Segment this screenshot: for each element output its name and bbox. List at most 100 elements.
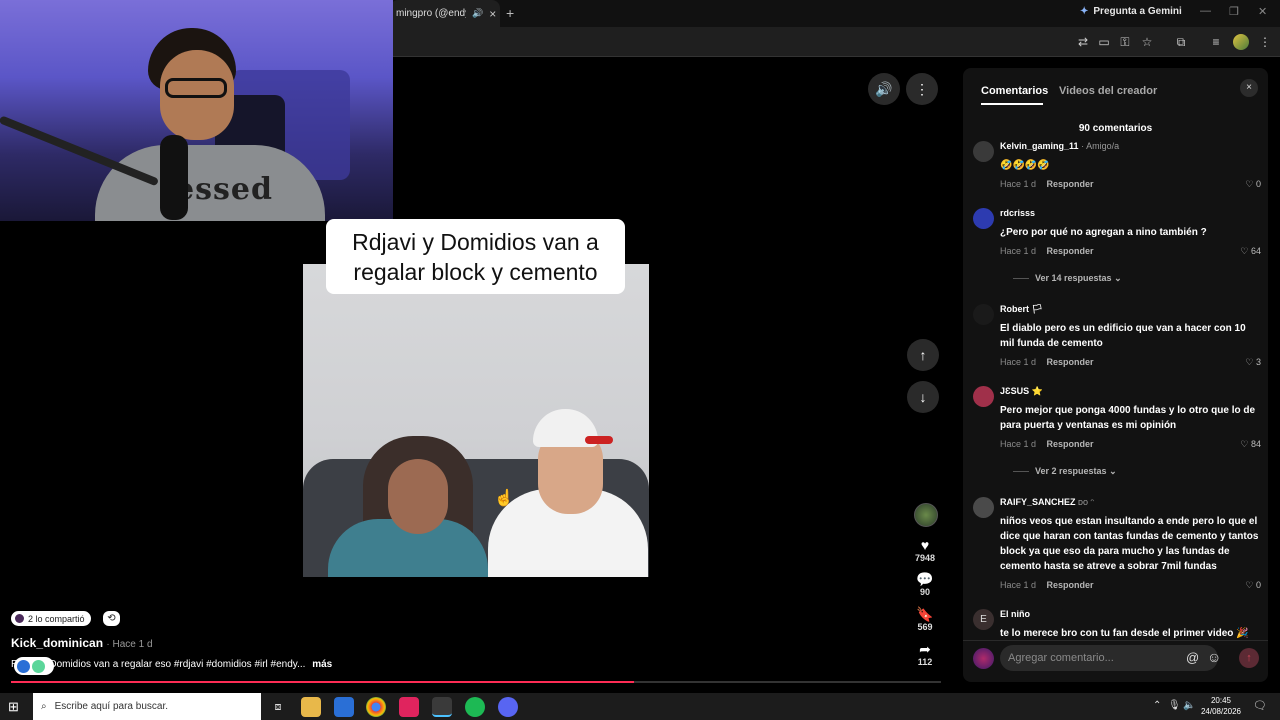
spotify-icon[interactable] [465, 697, 485, 717]
commenter-avatar[interactable]: E [973, 609, 994, 630]
active-tab-indicator [981, 103, 1043, 105]
comment-like[interactable]: ♡ 0 [1245, 179, 1261, 190]
video-player[interactable] [303, 264, 649, 577]
comment-text: niños veos que estan insultando a ende p… [1000, 516, 1259, 572]
previous-video-icon[interactable]: ↑ [907, 339, 939, 371]
more-link[interactable]: más [312, 659, 332, 670]
comment-meta: Hace 1 d Responder [1000, 580, 1094, 590]
browser-menu-icon[interactable]: ⋮ [1258, 35, 1272, 49]
video-progress-bar[interactable] [11, 681, 941, 683]
view-replies-label: Ver 14 respuestas [1035, 273, 1112, 283]
tab-creator-videos[interactable]: Videos del creador [1059, 85, 1157, 97]
comment-like-count: 64 [1250, 246, 1261, 256]
commenter-avatar[interactable] [973, 208, 994, 229]
commenter-name[interactable]: Robert 🏳 [1000, 304, 1043, 315]
gemini-button[interactable]: ✦ Pregunta a Gemini [1080, 6, 1182, 17]
file-explorer-icon[interactable] [301, 697, 321, 717]
like-button[interactable]: ♥ 7948 [905, 537, 945, 563]
browser-tab[interactable]: mingpro (@endyga 🔊 × [390, 0, 500, 27]
description-text: Rdjavi y Domidios van a regalar eso #rdj… [11, 659, 306, 670]
view-replies-button[interactable]: Ver 2 respuestas ⌄ [1013, 466, 1117, 477]
commenter-avatar[interactable] [973, 497, 994, 518]
password-key-icon[interactable]: ⚿ [1118, 35, 1132, 49]
video-author[interactable]: Kick_dominican · Hace 1 d [11, 636, 153, 650]
close-window-icon[interactable]: ✕ [1258, 5, 1267, 18]
comment-button[interactable]: 💬 90 [905, 571, 945, 597]
commenter-username: Kelvin_gaming_11 [1000, 141, 1079, 151]
minimize-icon[interactable]: — [1200, 5, 1211, 17]
divider [963, 640, 1268, 641]
share-button[interactable]: ➦ 112 [905, 641, 945, 667]
extensions-icon[interactable]: ⧉ [1174, 35, 1188, 49]
tab-comments[interactable]: Comentarios [981, 85, 1048, 97]
comment-like[interactable]: ♡ 3 [1245, 357, 1261, 368]
reply-button[interactable]: Responder [1047, 439, 1094, 449]
store-icon[interactable] [334, 697, 354, 717]
reply-button[interactable]: Responder [1047, 179, 1094, 189]
emoji-icon[interactable]: ☺ [1207, 649, 1221, 665]
share-count: 112 [917, 657, 933, 667]
commenter-name[interactable]: El niño [1000, 609, 1030, 619]
tray-chevron-icon[interactable]: ⌃ [1153, 700, 1161, 711]
app-icon[interactable] [399, 697, 419, 717]
woman-face [388, 459, 448, 534]
taskbar: ⊞ ⌕ Escribe aquí para buscar. ⧈ ⌃ 🎙 🔈 20… [0, 693, 1280, 720]
commenter-name[interactable]: Kelvin_gaming_11 · Amigo/a [1000, 141, 1119, 151]
comment-item: RAIFY_SANCHEZ ᴅᴏ ᵔ niños veos que estan … [973, 497, 1263, 593]
task-view-icon[interactable]: ⧈ [268, 697, 288, 717]
next-video-icon[interactable]: ↓ [907, 381, 939, 413]
commenter-name[interactable]: rdcrisss [1000, 208, 1035, 218]
commenter-avatar[interactable] [973, 304, 994, 325]
comment-item: E El niño te lo merece bro con tu fan de… [973, 609, 1263, 639]
reply-button[interactable]: Responder [1047, 246, 1094, 256]
comment-like[interactable]: ♡ 84 [1240, 439, 1261, 450]
bookmark-star-icon[interactable]: ☆ [1140, 35, 1154, 49]
commenter-avatar[interactable] [973, 141, 994, 162]
send-icon[interactable]: ↑ [1239, 648, 1259, 668]
chrome-icon[interactable] [366, 697, 386, 717]
comment-bubble-icon: 💬 [916, 571, 934, 587]
cast-icon[interactable]: ▭ [1097, 35, 1111, 49]
comment-meta: Hace 1 d Responder [1000, 179, 1094, 189]
reply-button[interactable]: Responder [1047, 357, 1094, 367]
commenter-name[interactable]: RAIFY_SANCHEZ ᴅᴏ ᵔ [1000, 497, 1094, 507]
repost-icon[interactable]: ⟲ [103, 611, 120, 626]
sparkle-icon: ✦ [1080, 6, 1089, 17]
taskbar-search[interactable]: ⌕ Escribe aquí para buscar. [33, 693, 261, 720]
tab-audio-icon[interactable]: 🔊 [472, 8, 483, 19]
chat-heads[interactable] [14, 657, 54, 675]
creator-avatar[interactable] [914, 503, 938, 527]
commenter-name[interactable]: JƐSUS ⭐ [1000, 386, 1043, 397]
more-options-icon[interactable]: ⋮ [906, 73, 938, 105]
media-controls-icon[interactable]: ≡ [1209, 35, 1223, 49]
discord-icon[interactable] [498, 697, 518, 717]
obs-icon[interactable] [432, 697, 452, 717]
comment-time: Hace 1 d [1000, 179, 1037, 189]
my-avatar[interactable] [973, 648, 994, 669]
comment-text: Pero mejor que ponga 4000 fundas y lo ot… [1000, 405, 1256, 431]
screen: mingpro (@endyga 🔊 × + ✦ Pregunta a Gemi… [0, 0, 1280, 720]
webcam-overlay: essed [0, 0, 393, 221]
restore-icon[interactable]: ❐ [1229, 5, 1239, 18]
comment-time: Hace 1 d [1000, 439, 1037, 449]
comment-like[interactable]: ♡ 0 [1245, 580, 1261, 591]
profile-avatar[interactable] [1233, 34, 1249, 50]
shared-by-pill[interactable]: 2 lo compartió [11, 611, 91, 626]
system-clock[interactable]: 20:45 24/08/2026 [1197, 695, 1245, 717]
comment-like[interactable]: ♡ 64 [1240, 246, 1261, 257]
new-tab-button[interactable]: + [506, 5, 514, 21]
view-replies-button[interactable]: Ver 14 respuestas ⌄ [1013, 273, 1122, 284]
notifications-icon[interactable]: 🗨 [1253, 699, 1267, 712]
speaker-icon[interactable]: 🔈 [1183, 700, 1195, 711]
translate-icon[interactable]: ⇄ [1076, 35, 1090, 49]
close-panel-icon[interactable]: × [1240, 79, 1258, 97]
microphone-icon[interactable]: 🎙 [1168, 700, 1181, 711]
tab-close-icon[interactable]: × [489, 7, 496, 21]
mention-icon[interactable]: @ [1186, 650, 1199, 665]
save-button[interactable]: 🔖 569 [905, 606, 945, 632]
volume-icon[interactable]: 🔊 [868, 73, 900, 105]
reply-button[interactable]: Responder [1047, 580, 1094, 590]
commenter-avatar[interactable] [973, 386, 994, 407]
windows-start-icon[interactable]: ⊞ [8, 699, 19, 715]
video-caption: Rdjavi y Domidios van a regalar block y … [326, 219, 625, 294]
